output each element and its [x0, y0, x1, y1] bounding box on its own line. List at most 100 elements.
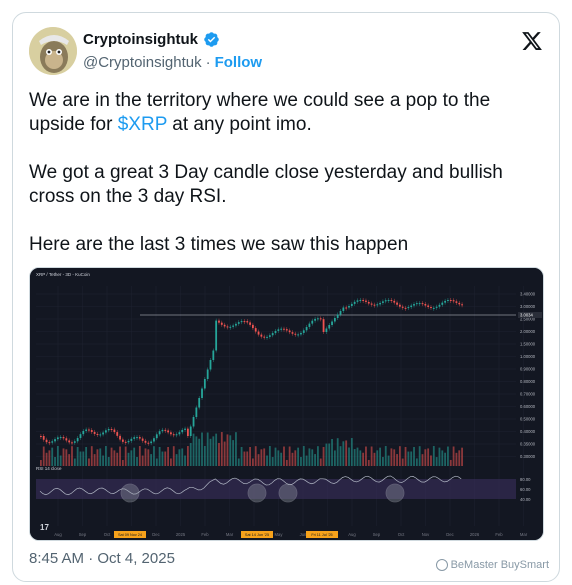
candle [291, 332, 294, 334]
volume-bar [438, 447, 441, 466]
candle [353, 301, 356, 304]
candle [105, 430, 107, 433]
x-logo-icon[interactable] [521, 30, 543, 52]
highlight-date-label: Sat 14 Jun '25 [245, 533, 269, 537]
volume-bar [73, 458, 76, 466]
watermark-logo-icon [435, 559, 448, 571]
volume-bar [150, 454, 153, 466]
volume-bar [396, 454, 398, 466]
avatar[interactable] [29, 27, 77, 75]
candle [441, 302, 444, 305]
volume-bar [435, 457, 438, 466]
candle [319, 318, 322, 320]
volume-bar [413, 447, 415, 466]
y-tick-label: 0.70000 [520, 392, 536, 397]
candle [356, 300, 359, 302]
candle [184, 428, 186, 430]
cashtag-link[interactable]: $XRP [118, 114, 167, 135]
volume-bar [184, 455, 186, 466]
tweet-paragraph-2: We got a great 3 Day candle close yester… [29, 162, 503, 207]
volume-bar [130, 450, 133, 466]
candle [203, 379, 206, 389]
candle [370, 303, 373, 305]
follow-button[interactable]: Follow [215, 54, 263, 71]
candle [246, 321, 249, 323]
volume-bar [45, 452, 48, 466]
volume-bar [102, 455, 104, 466]
candle [401, 306, 404, 308]
tweet-card: Cryptoinsightuk @Cryptoinsightuk · Follo… [12, 12, 560, 582]
x-tick-label: Feb [201, 532, 209, 537]
candle [458, 302, 461, 305]
volume-bar [260, 449, 263, 466]
volume-bar [333, 450, 336, 466]
tweet-paragraph-3: Here are the last 3 times we saw this ha… [29, 234, 409, 255]
candle [297, 334, 300, 336]
volume-bar [432, 446, 435, 466]
candle [42, 436, 45, 440]
candle [62, 437, 65, 439]
x-tick-label: Sep [79, 532, 87, 537]
candle [396, 302, 398, 305]
candle [158, 431, 161, 435]
volume-bar [226, 434, 229, 466]
volume-bar [206, 432, 209, 466]
volume-bar [401, 458, 404, 466]
candle [136, 437, 138, 439]
volume-bar [141, 455, 144, 466]
volume-bar [56, 446, 59, 466]
candle [350, 303, 353, 307]
y-tick-label: 0.40000 [520, 429, 536, 434]
volume-bar [297, 447, 300, 466]
verified-badge-icon [204, 32, 219, 47]
candle [88, 429, 90, 431]
volume-bar [367, 459, 370, 466]
candle [435, 306, 438, 308]
volume-bar [314, 454, 316, 466]
author-handle[interactable]: @Cryptoinsightuk [83, 54, 202, 71]
volume-bar [164, 451, 167, 466]
candle [178, 432, 181, 435]
candle [172, 434, 175, 436]
x-tick-label: Oct [398, 532, 405, 537]
x-tick-label: Aug [348, 532, 356, 537]
highlight-date-label: Sat 09 Nov 24 [118, 533, 142, 537]
candle [144, 440, 147, 443]
volume-bar [365, 446, 367, 466]
volume-bar [384, 446, 387, 466]
tweet-timestamp[interactable]: 8:45 AM · Oct 4, 2025 [29, 550, 175, 567]
volume-bar [215, 433, 218, 466]
candle [257, 331, 260, 335]
candle [382, 301, 384, 303]
candle [461, 304, 463, 306]
volume-bar [393, 449, 396, 466]
author-display-name[interactable]: Cryptoinsightuk [83, 31, 198, 48]
candle [198, 398, 201, 408]
volume-bar [54, 456, 56, 466]
candle [141, 438, 144, 441]
candle [229, 326, 232, 328]
candle [280, 328, 283, 330]
volume-bar [155, 458, 158, 466]
candle [300, 332, 302, 335]
chart-image[interactable]: XRP / Tether - 3D - KuCoin RSI 14 close … [29, 267, 544, 541]
volume-bar [249, 447, 251, 466]
volume-bar [280, 452, 283, 466]
x-tick-label: Feb [495, 532, 503, 537]
volume-bar [121, 459, 124, 466]
volume-bar [65, 449, 68, 466]
volume-bar [119, 446, 121, 466]
volume-bar [153, 446, 155, 466]
candle [376, 304, 379, 306]
volume-bar [430, 455, 432, 466]
candle [317, 318, 319, 320]
candle [447, 299, 449, 301]
volume-bar [254, 446, 257, 466]
candle [226, 326, 229, 328]
volume-bar [68, 454, 71, 466]
volume-bar [76, 446, 79, 466]
volume-bar [167, 447, 169, 466]
tradingview-logo-icon: 17 [40, 523, 49, 532]
volume-bar [424, 449, 427, 466]
candle [288, 330, 291, 333]
